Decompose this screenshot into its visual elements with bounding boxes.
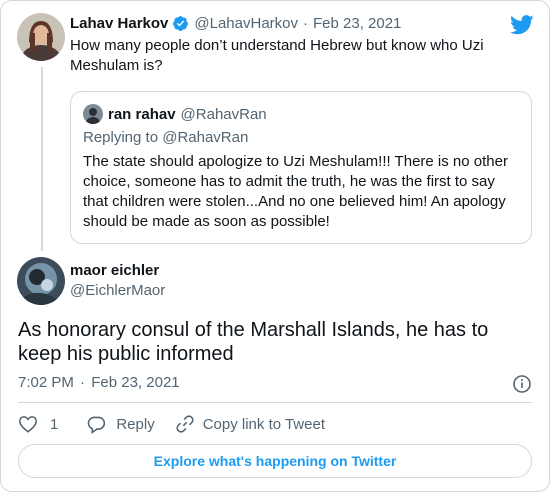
tweet-time[interactable]: 7:02 PM [18,374,74,391]
separator-dot: · [80,374,86,391]
parent-tweet-text: How many people don’t understand Hebrew … [70,36,530,76]
explore-twitter-button[interactable]: Explore what's happening on Twitter [18,444,532,478]
quoted-text-line: choice, someone has to admit the truth, … [83,173,495,190]
quoted-author-handle: @RahavRan [180,105,267,123]
divider [18,402,532,403]
copy-link-button[interactable]: Copy link to Tweet [175,414,325,434]
avatar-ran-rahav [83,104,103,124]
separator-dot: · [303,14,308,32]
link-icon [175,414,195,434]
quoted-author-name: ran rahav [108,105,176,123]
like-button[interactable]: 1 [18,415,58,433]
quoted-tweet[interactable]: ran rahav @RahavRan Replying to @RahavRa… [70,91,532,244]
reply-button[interactable]: Reply [86,415,155,434]
main-tweet-text: As honorary consul of the Marshall Islan… [18,318,538,366]
avatar-lahav-harkov[interactable] [17,13,65,61]
parent-tweet-text-line: How many people don’t understand Hebrew … [70,37,484,54]
quoted-text-line: should be made as soon as possible! [83,213,330,230]
copy-link-label: Copy link to Tweet [202,415,325,433]
avatar-maor-eichler[interactable] [17,257,65,305]
info-icon[interactable] [512,374,532,399]
like-count: 1 [50,415,59,433]
reply-icon [86,415,106,434]
quoted-tweet-text: The state should apologize to Uzi Meshul… [83,152,523,232]
main-tweet-text-line: As honorary consul of the Marshall Islan… [18,319,489,341]
quoted-text-line: that children were stolen...And no one b… [83,193,506,210]
tweet-embed-card: Lahav Harkov @LahavHarkov · Feb 23, 2021… [0,0,550,492]
replying-to-handle: @RahavRan [162,129,249,146]
main-author-handle[interactable]: @EichlerMaor [70,281,165,301]
replying-to-label: Replying to [83,129,159,146]
heart-icon [18,415,38,433]
verified-badge-icon [172,15,189,32]
reply-label: Reply [116,415,155,433]
main-tweet-date[interactable]: Feb 23, 2021 [91,374,179,391]
main-tweet-text-line: keep his public informed [18,343,234,365]
parent-tweet-text-line: Meshulam is? [70,57,163,74]
tweet-date[interactable]: Feb 23, 2021 [313,15,401,32]
author-name[interactable]: Lahav Harkov [70,15,168,32]
thread-connector [41,67,43,251]
quoted-text-line: The state should apologize to Uzi Meshul… [83,153,508,170]
main-author-name[interactable]: maor eichler [70,261,165,281]
author-handle[interactable]: @LahavHarkov [194,15,298,32]
